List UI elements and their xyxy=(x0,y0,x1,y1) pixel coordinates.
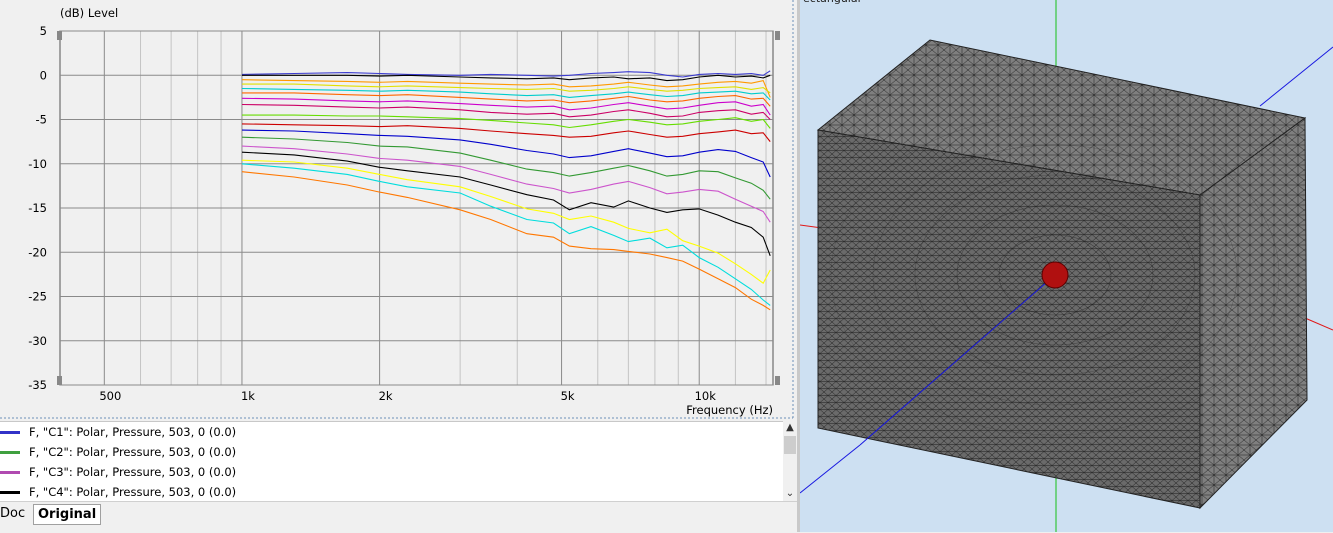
x-tick-label: 2k xyxy=(379,389,393,403)
legend-label: F, "C1": Polar, Pressure, 503, 0 (0.0) xyxy=(29,425,237,439)
x-tick-label: 500 xyxy=(99,389,121,403)
y-tick-label: -10 xyxy=(28,157,47,171)
cursor-handle-right[interactable] xyxy=(775,376,780,385)
y-tick-label: 5 xyxy=(40,24,47,38)
legend-label: F, "C4": Polar, Pressure, 503, 0 (0.0) xyxy=(29,485,237,499)
tab-bar: Doc Original xyxy=(0,501,797,533)
frequency-response-pane: 5 0 -5 -10 -15 -20 -25 -30 -35 500 1k 2k 5k 10k (dB) L… xyxy=(0,0,797,533)
legend-swatch xyxy=(0,430,20,434)
legend-swatch xyxy=(0,450,20,454)
y-tick-label: -25 xyxy=(28,290,47,304)
legend-item[interactable]: F, "C4": Polar, Pressure, 503, 0 (0.0) xyxy=(0,482,236,502)
legend-swatch xyxy=(0,470,20,474)
cursor-handle-left[interactable] xyxy=(57,31,62,40)
x-tick-label: 5k xyxy=(561,389,575,403)
mesh-viewport[interactable] xyxy=(800,0,1333,532)
cursor-handle-left[interactable] xyxy=(57,376,62,385)
scroll-up-icon[interactable]: ▲ xyxy=(783,421,797,435)
x-axis-label: Frequency (Hz) xyxy=(686,403,773,417)
mesh-3d-view[interactable]: ectangular xyxy=(800,0,1333,532)
y-tick-label: -30 xyxy=(28,334,47,348)
legend-item[interactable]: F, "C2": Polar, Pressure, 503, 0 (0.0) xyxy=(0,442,236,462)
scroll-thumb[interactable] xyxy=(784,436,796,454)
x-tick-label: 10k xyxy=(695,389,717,403)
legend-swatch xyxy=(0,490,20,494)
legend-label: F, "C2": Polar, Pressure, 503, 0 (0.0) xyxy=(29,445,237,459)
scroll-down-icon[interactable]: ⌄ xyxy=(783,487,797,501)
y-tick-label: -15 xyxy=(28,201,47,215)
legend-list[interactable]: F, "C1": Polar, Pressure, 503, 0 (0.0) F,… xyxy=(0,421,783,502)
cursor-handle-right[interactable] xyxy=(775,31,780,40)
tab-original[interactable]: Original xyxy=(33,504,102,525)
frequency-response-chart: 5 0 -5 -10 -15 -20 -25 -30 -35 500 1k 2k 5k 10k (dB) L… xyxy=(0,0,794,419)
legend-label: F, "C3": Polar, Pressure, 503, 0 (0.0) xyxy=(29,465,237,479)
legend-item[interactable]: F, "C1": Polar, Pressure, 503, 0 (0.0) xyxy=(0,422,236,442)
y-tick-label: -5 xyxy=(36,113,47,127)
legend-scrollbar[interactable]: ▲ ⌄ xyxy=(783,421,797,501)
tab-doc[interactable]: Doc xyxy=(0,504,30,523)
x-tick-label: 1k xyxy=(241,389,255,403)
y-axis-label: (dB) Level xyxy=(60,6,118,20)
legend-item[interactable]: F, "C3": Polar, Pressure, 503, 0 (0.0) xyxy=(0,462,236,482)
sound-source-sphere[interactable] xyxy=(1041,261,1069,289)
y-tick-label: -35 xyxy=(28,378,47,392)
y-tick-label: -20 xyxy=(28,245,47,259)
y-tick-label: 0 xyxy=(40,68,47,82)
view-title: ectangular xyxy=(803,0,862,5)
